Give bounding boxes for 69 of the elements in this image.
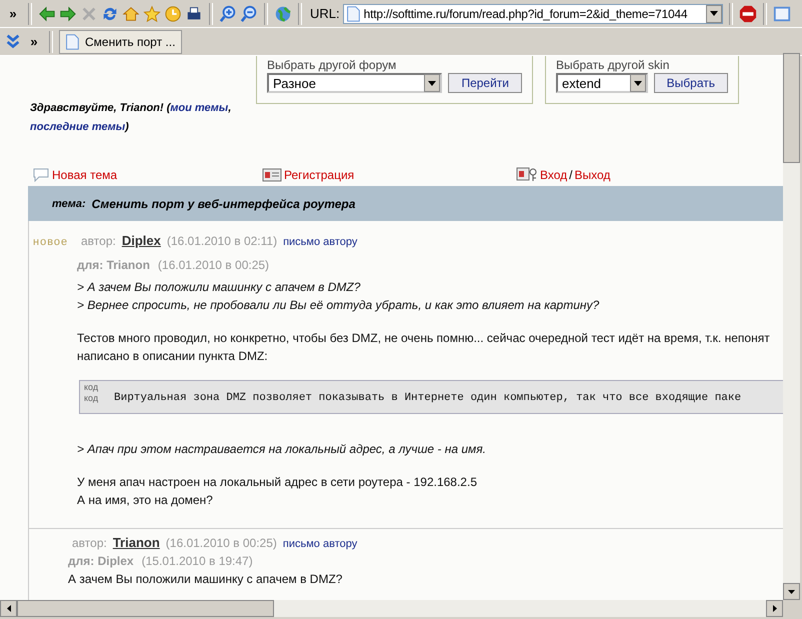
nav-link[interactable]: Выход: [574, 168, 610, 182]
reply-date: (15.01.2010 в 19:47): [142, 554, 253, 568]
overflow-chevron[interactable]: »: [4, 6, 22, 21]
greeting-text: Здравствуйте, Trianon! (мои темы, последние темы): [29, 101, 232, 135]
scroll-left-icon[interactable]: [6, 605, 10, 612]
separator: /: [569, 168, 572, 182]
quoted-text: > Вернее спросить, не пробовали ли Вы её оттуда убрать, и как это влияет на картину?: [77, 297, 600, 314]
topic-label: тема:: [52, 198, 86, 210]
clock-icon[interactable]: [164, 4, 182, 22]
dropdown-arrow-icon[interactable]: [634, 80, 642, 86]
nav-link[interactable]: Новая тема: [52, 168, 118, 182]
id-card-icon: [262, 168, 282, 182]
window-icon[interactable]: [772, 4, 791, 22]
horizontal-scrollbar[interactable]: [0, 600, 783, 617]
page-icon[interactable]: [63, 32, 81, 50]
author-link[interactable]: Diplex: [122, 233, 161, 248]
submit-button[interactable]: Перейти: [448, 73, 522, 93]
dropdown[interactable]: Разное: [267, 73, 442, 93]
double-chevron-icon[interactable]: [4, 32, 22, 50]
author-label: автор:: [81, 234, 116, 248]
star-icon[interactable]: [143, 4, 161, 22]
zoom-out-icon[interactable]: [240, 4, 258, 22]
nav-link[interactable]: Регистрация: [284, 168, 354, 182]
forward-icon[interactable]: [59, 4, 77, 22]
adblock-icon[interactable]: [738, 4, 757, 22]
home-icon[interactable]: [122, 4, 140, 22]
printer-icon[interactable]: [185, 4, 203, 22]
post-date: (16.01.2010 в 00:25): [166, 536, 277, 550]
speech-bubble-icon: [32, 168, 50, 182]
select-label: Выбрать другой форум: [267, 58, 398, 72]
code-block: код код Виртуальная зона DMZ позволяет показывать в Интернете один компьютер, так что все входящие паке: [79, 380, 783, 414]
zoom-in-icon[interactable]: [219, 4, 237, 22]
address-bar[interactable]: http://softtime.ru/forum/read.php?id_forum=2&id_theme=71044: [342, 4, 723, 24]
post-text: А на имя, это на домен?: [77, 492, 214, 509]
quoted-text: > Апач при этом настраивается на локальный адрес, а лучше - на имя.: [77, 441, 487, 458]
post-text: Тестов много проводил, но конкретно, чтобы без DMZ, не очень помню... сейчас очередной тест идёт на время, т.к. непонят: [77, 330, 771, 347]
vertical-scrollbar[interactable]: [783, 56, 800, 600]
mail-link[interactable]: письмо автору: [282, 538, 358, 550]
dropdown-arrow-icon[interactable]: [710, 11, 718, 16]
my-topics-link[interactable]: мои темы: [170, 102, 228, 114]
back-icon[interactable]: [38, 4, 56, 22]
topic-title: Сменить порт у веб-интерфейса роутера: [92, 196, 356, 210]
nav-link[interactable]: Вход: [540, 168, 568, 182]
submit-button[interactable]: Выбрать: [654, 73, 728, 93]
dropdown-arrow-icon[interactable]: [428, 80, 436, 86]
author-label: автор:: [72, 536, 107, 550]
url-label: URL:: [310, 6, 340, 21]
scrollbar-thumb[interactable]: [17, 600, 274, 617]
scroll-down-icon[interactable]: [788, 590, 795, 594]
recipient: для: Diplex: [68, 554, 134, 568]
post-text: У меня апач настроен на локальный адрес в сети роутера - 192.168.2.5: [77, 474, 478, 491]
post-text: написано в описании пункта DMZ:: [77, 348, 269, 365]
recipient: для: Trianon: [77, 258, 150, 272]
browser-tab[interactable]: Сменить порт ...: [59, 30, 182, 54]
globe-icon[interactable]: [274, 4, 292, 22]
mail-link[interactable]: письмо автору: [283, 236, 358, 248]
new-label: новое: [32, 236, 70, 248]
dropdown[interactable]: extend: [556, 73, 648, 93]
scrollbar-thumb[interactable]: [783, 53, 800, 163]
card-key-icon: [516, 166, 538, 182]
reply-date: (16.01.2010 в 00:25): [158, 258, 270, 272]
select-label: Выбрать другой skin: [556, 58, 670, 72]
author-link[interactable]: Trianon: [112, 535, 160, 550]
post-text: А зачем Вы положили машинку с апачем в DMZ?: [68, 571, 344, 588]
overflow-chevron[interactable]: »: [25, 34, 43, 49]
scroll-right-icon[interactable]: [772, 605, 776, 612]
quoted-text: > А зачем Вы положили машинку с апачем в DMZ?: [77, 279, 362, 296]
post-date: (16.01.2010 в 02:11): [166, 234, 278, 248]
recent-topics-link[interactable]: последние темы: [30, 121, 126, 133]
